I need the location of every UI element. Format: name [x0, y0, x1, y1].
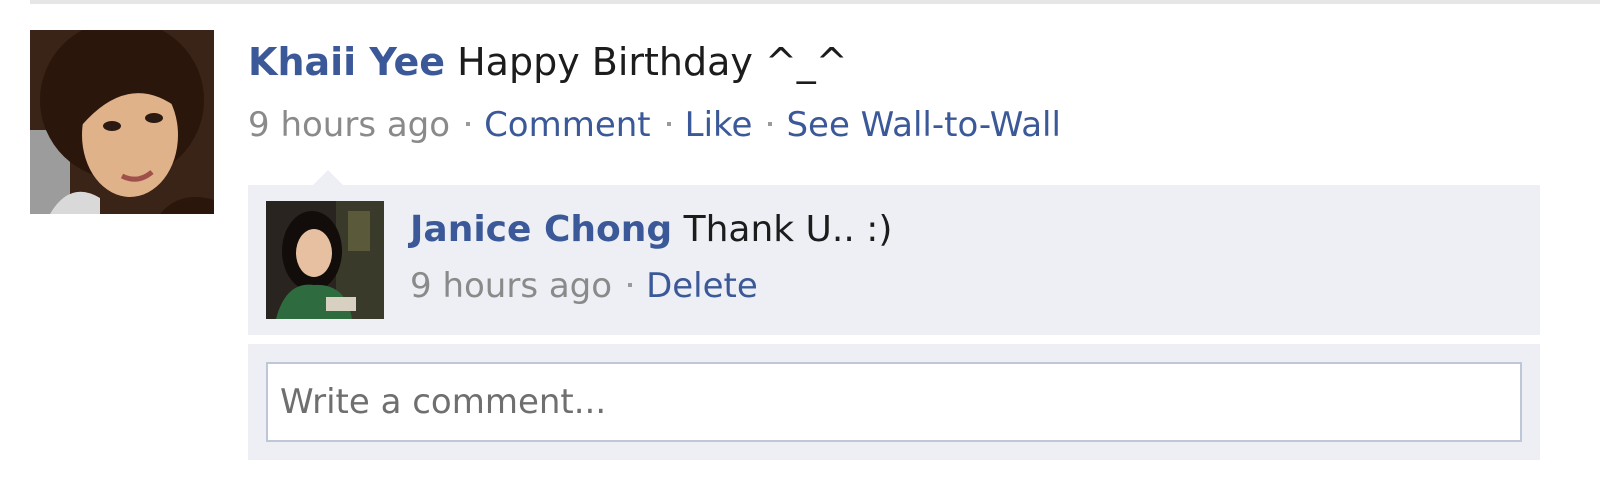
post-author-link[interactable]: Khaii Yee — [248, 40, 445, 84]
comment-text: Thank U.. :) — [683, 209, 893, 250]
separator-dot — [768, 122, 773, 126]
separator-dot — [666, 122, 671, 126]
post-meta: 9 hours ago Comment Like See Wall-to-Wall — [248, 94, 1568, 156]
post-message: Happy Birthday ^_^ — [457, 40, 848, 84]
comment-author-link[interactable]: Janice Chong — [410, 209, 672, 250]
avatar-photo-icon — [266, 201, 384, 319]
see-wall-to-wall-link[interactable]: See Wall-to-Wall — [786, 105, 1061, 145]
write-comment-input[interactable] — [266, 362, 1522, 442]
wall-post: Khaii Yee Happy Birthday ^_^ 9 hours ago… — [248, 30, 1568, 460]
comment-link[interactable]: Comment — [484, 105, 651, 145]
comment-content: Janice Chong Thank U.. :) 9 hours ago Del… — [410, 201, 1520, 313]
comment-meta: 9 hours ago Delete — [410, 259, 1520, 313]
avatar-photo-icon — [30, 30, 214, 214]
post-story-line: Khaii Yee Happy Birthday ^_^ — [248, 30, 1568, 94]
separator-dot — [628, 283, 633, 287]
comments-pointer-nub — [313, 170, 343, 185]
post-author-avatar[interactable] — [30, 30, 214, 214]
separator-dot — [466, 122, 471, 126]
comment-item: Janice Chong Thank U.. :) 9 hours ago Del… — [248, 185, 1540, 338]
post-timestamp[interactable]: 9 hours ago — [248, 105, 450, 145]
comment-form — [248, 344, 1540, 460]
delete-comment-link[interactable]: Delete — [646, 266, 758, 306]
feed-divider — [30, 0, 1600, 4]
comments-section: Janice Chong Thank U.. :) 9 hours ago Del… — [248, 185, 1540, 460]
comment-timestamp[interactable]: 9 hours ago — [410, 266, 612, 306]
like-link[interactable]: Like — [685, 105, 753, 145]
comment-text-line: Janice Chong Thank U.. :) — [410, 201, 1520, 259]
comment-author-avatar[interactable] — [266, 201, 384, 319]
